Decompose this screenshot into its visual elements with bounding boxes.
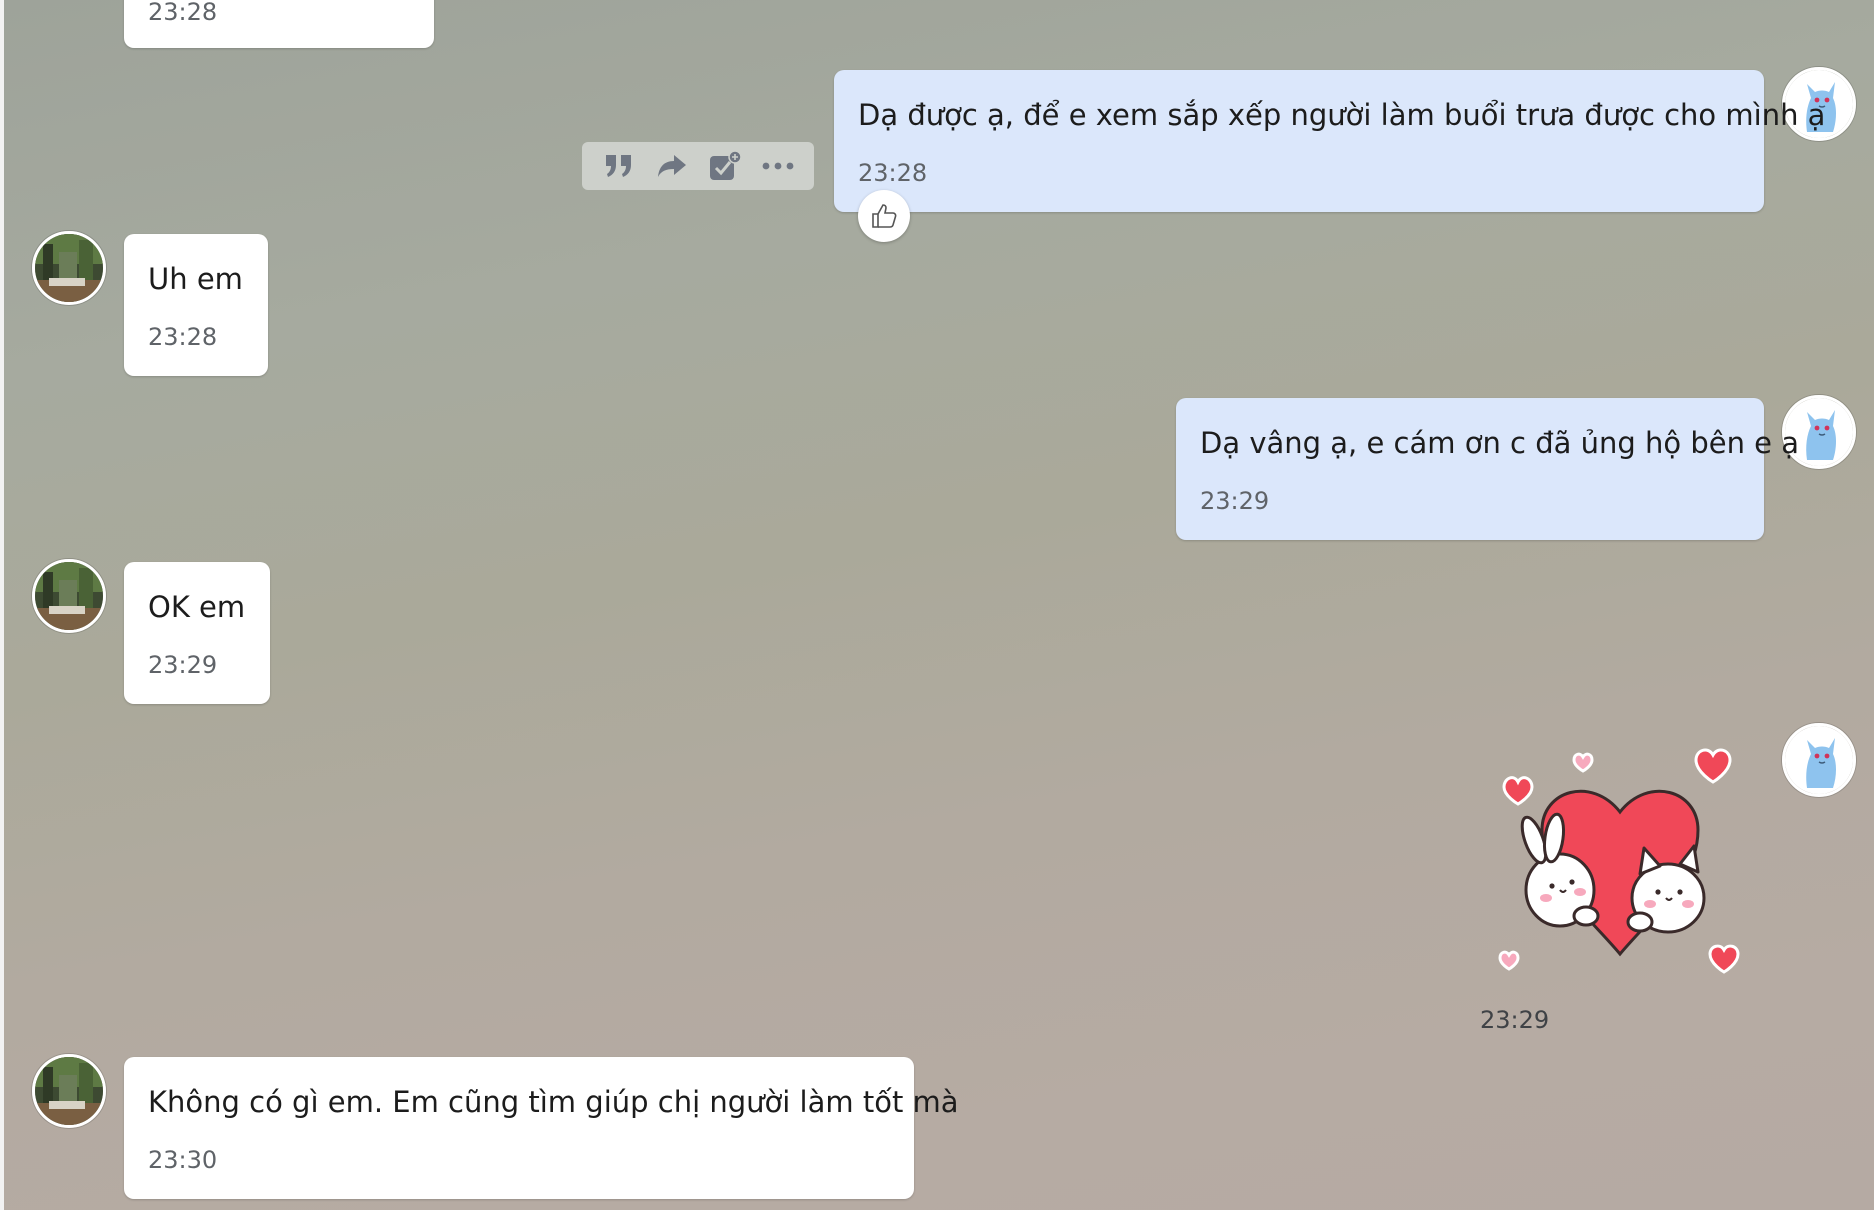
message-text: Không có gì em. Em cũng tìm giúp chị ngư… (148, 1085, 959, 1119)
message-time: 23:28 (858, 159, 928, 187)
message-time: 23:28 (148, 323, 218, 351)
message-text: Dạ được ạ, để e xem sắp xếp người làm bu… (858, 98, 1826, 132)
more-icon[interactable] (756, 146, 800, 186)
message-time: 23:30 (148, 1146, 218, 1174)
message-bubble-incoming[interactable]: 23:28 (124, 0, 434, 48)
forward-icon[interactable] (650, 146, 694, 186)
task-add-icon[interactable] (703, 146, 747, 186)
message-bubble-outgoing[interactable]: Dạ được ạ, để e xem sắp xếp người làm bu… (834, 70, 1825, 212)
contact-avatar[interactable] (32, 559, 106, 633)
message-bubble-incoming[interactable]: Uh em 23:28 (124, 234, 268, 376)
message-bubble-incoming[interactable]: Không có gì em. Em cũng tìm giúp chị ngư… (124, 1057, 959, 1199)
window-edge (0, 0, 4, 1210)
message-time: 23:29 (148, 651, 218, 679)
message-action-toolbar (582, 142, 814, 190)
message-text: Dạ vâng ạ, e cám ơn c đã ủng hộ bên e ạ (1200, 426, 1800, 460)
contact-avatar[interactable] (32, 1054, 106, 1128)
my-avatar[interactable] (1782, 723, 1856, 797)
thumbs-up-icon[interactable] (858, 190, 910, 242)
message-time: 23:29 (1200, 487, 1270, 515)
message-time: 23:28 (148, 0, 218, 26)
message-text: Uh em (148, 262, 243, 296)
message-text: OK em (148, 590, 246, 624)
quote-icon[interactable] (597, 146, 641, 186)
contact-avatar[interactable] (32, 231, 106, 305)
message-bubble-incoming[interactable]: OK em 23:29 (124, 562, 270, 704)
message-time: 23:29 (1480, 1006, 1550, 1034)
message-bubble-outgoing[interactable]: Dạ vâng ạ, e cám ơn c đã ủng hộ bên e ạ … (1176, 398, 1799, 540)
hearts-bunny-cat-sticker[interactable] (1490, 740, 1750, 990)
